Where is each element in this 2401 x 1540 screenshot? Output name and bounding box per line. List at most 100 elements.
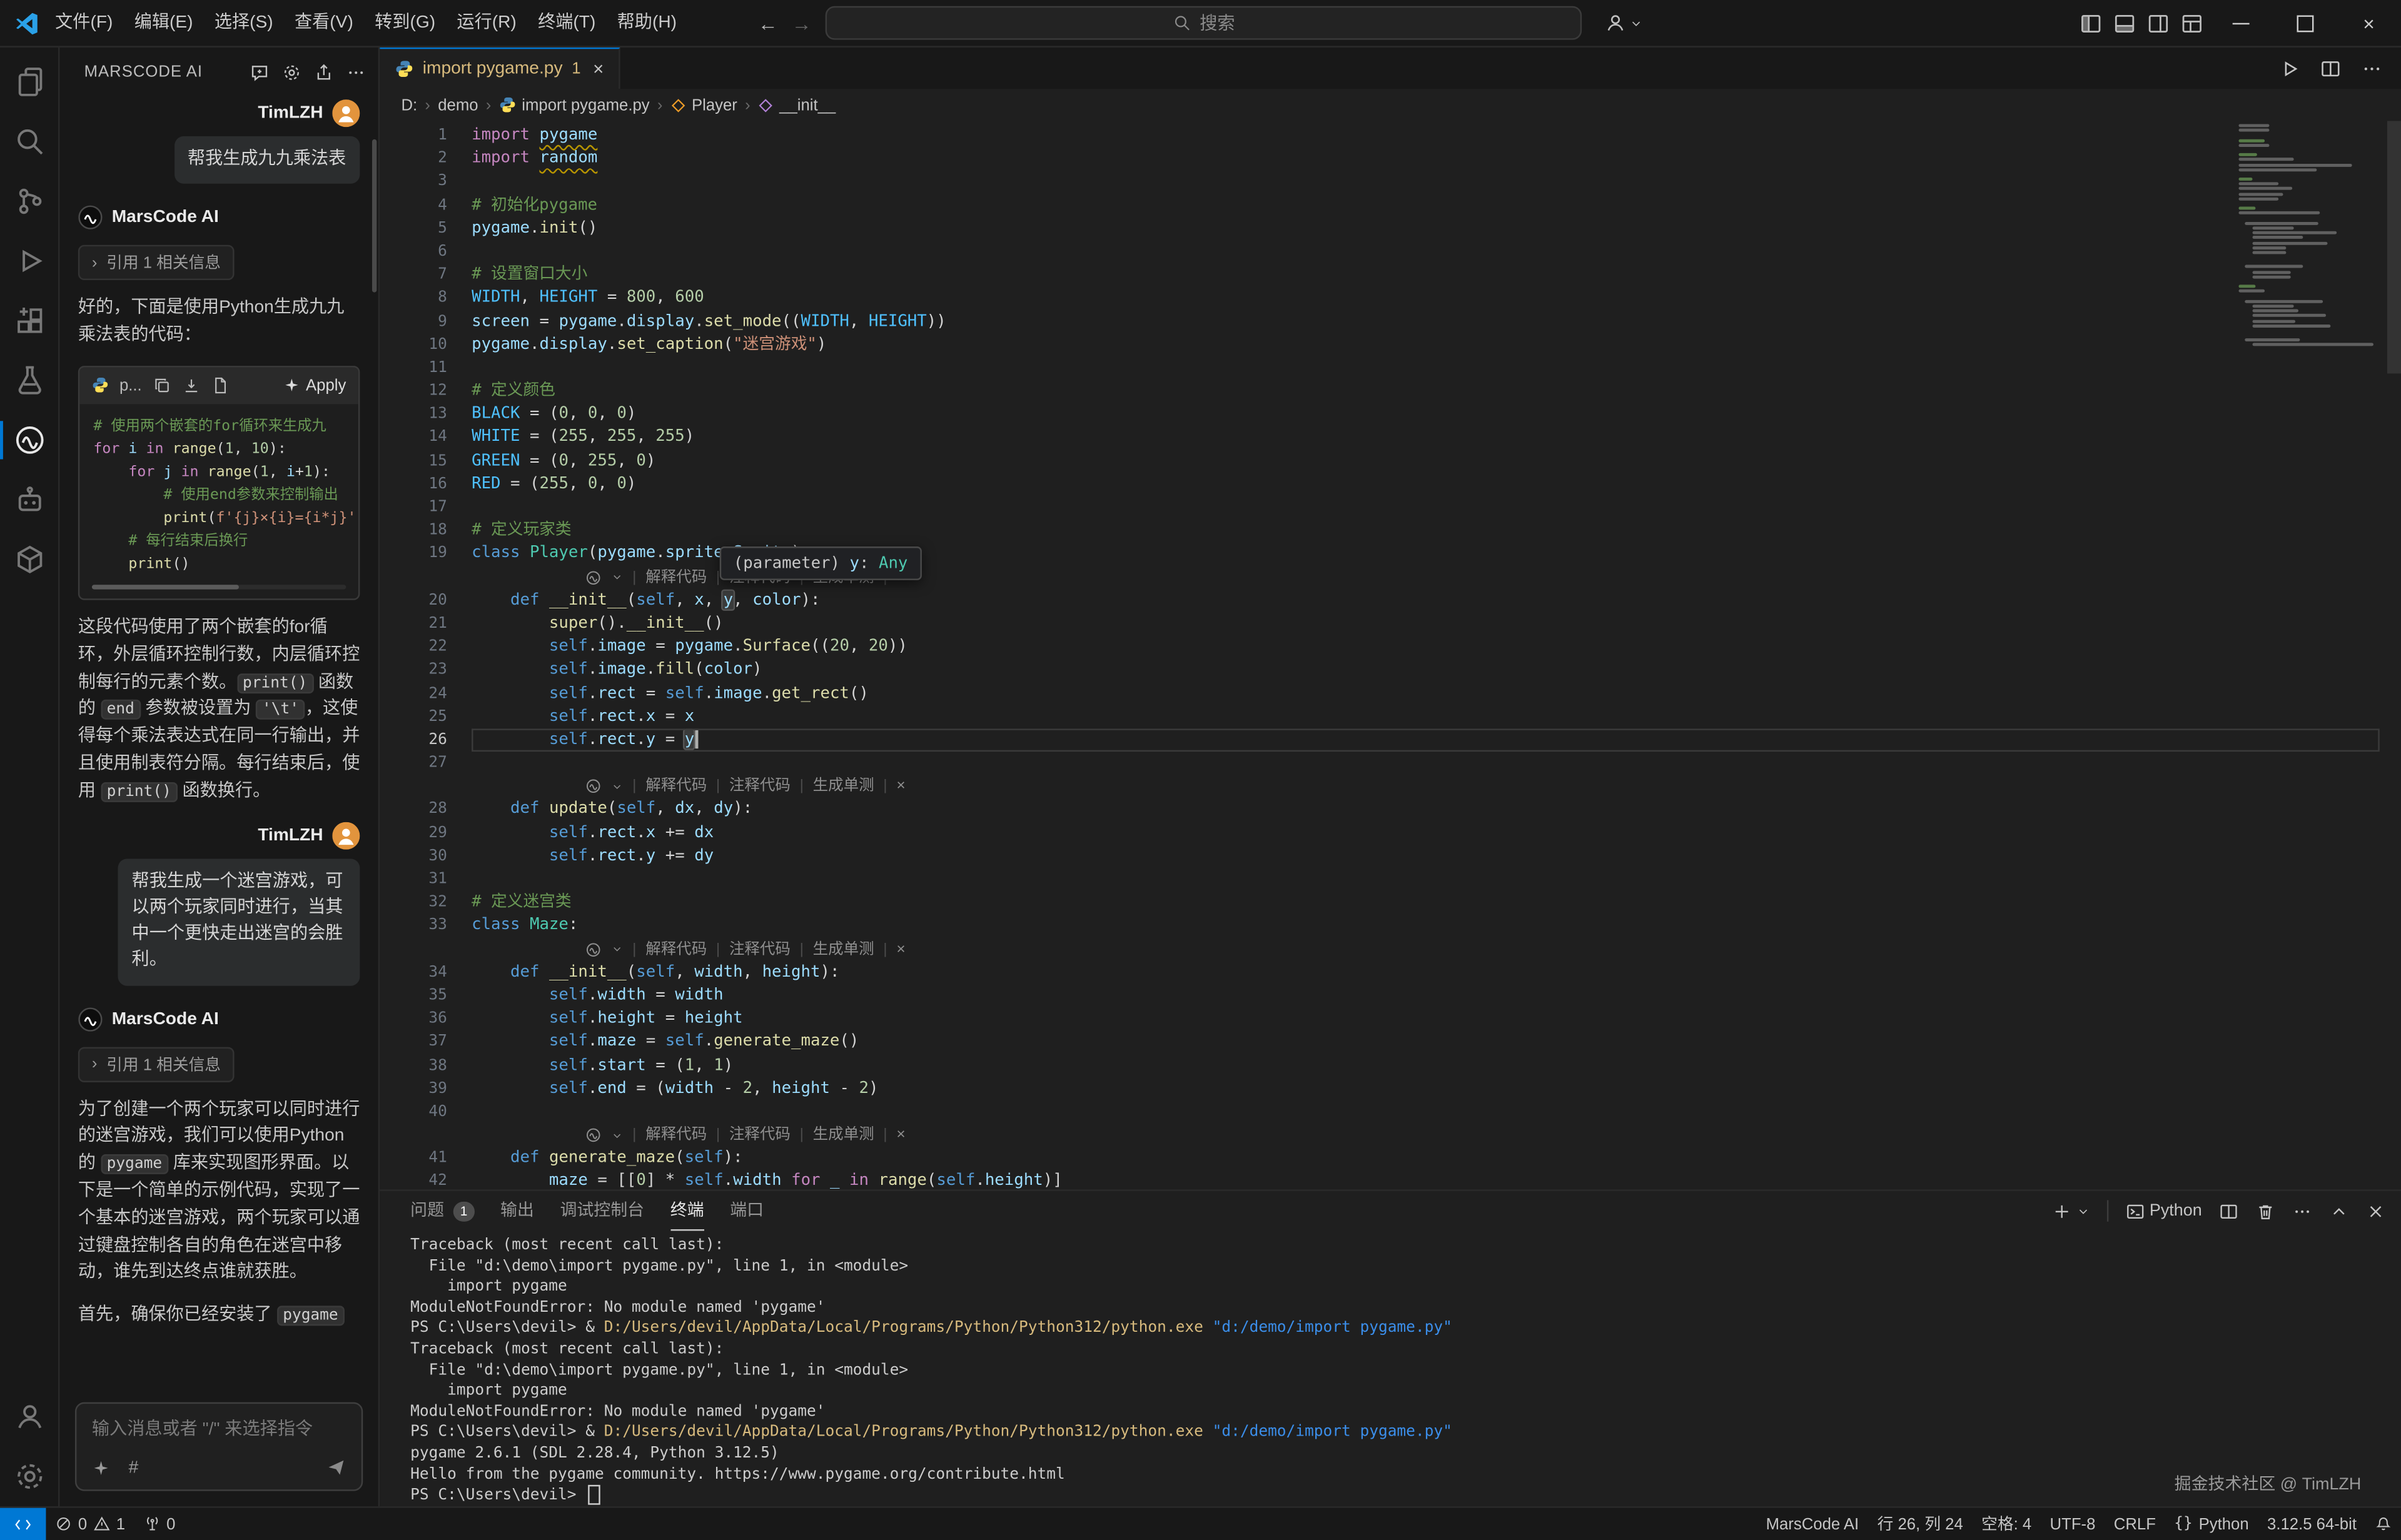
lens-action[interactable]: 生成单测 bbox=[813, 775, 874, 798]
search-input[interactable]: 搜索 bbox=[826, 6, 1582, 40]
send-icon[interactable] bbox=[326, 1457, 346, 1477]
code-line-6[interactable]: 6 bbox=[380, 240, 2401, 263]
code-line-18[interactable]: 18# 定义玩家类 bbox=[380, 519, 2401, 542]
back-icon[interactable]: ← bbox=[758, 11, 778, 34]
toggle-panel-icon[interactable] bbox=[2107, 0, 2141, 46]
code-line-31[interactable]: 31 bbox=[380, 868, 2401, 891]
code-line-35[interactable]: 35 self.width = width bbox=[380, 984, 2401, 1007]
code-line-2[interactable]: 2import random bbox=[380, 147, 2401, 170]
maximize-panel-icon[interactable] bbox=[2329, 1201, 2349, 1221]
panel-tab-0[interactable]: 问题1 bbox=[410, 1191, 474, 1231]
split-editor-icon[interactable] bbox=[2320, 58, 2341, 79]
sidebar-item-run-debug[interactable] bbox=[0, 231, 58, 291]
status-item-utf-8[interactable]: UTF-8 bbox=[2041, 1515, 2105, 1533]
sidebar-item-marscode-ai[interactable] bbox=[0, 410, 58, 470]
menu-item-1[interactable]: 编辑(E) bbox=[124, 0, 204, 46]
marscode-lens-icon[interactable] bbox=[585, 778, 602, 795]
sidebar-item-marscode-cloud[interactable] bbox=[0, 530, 58, 589]
code-line-33[interactable]: 33class Maze: bbox=[380, 915, 2401, 938]
sidebar-item-marscode-agent[interactable] bbox=[0, 470, 58, 530]
context-icon[interactable]: # bbox=[129, 1458, 139, 1476]
menu-item-5[interactable]: 运行(R) bbox=[446, 0, 527, 46]
new-chat-icon[interactable] bbox=[250, 62, 270, 82]
code-line-30[interactable]: 30 self.rect.y += dy bbox=[380, 845, 2401, 868]
breadcrumb-item-1[interactable]: demo bbox=[438, 96, 478, 114]
code-line-11[interactable]: 11 bbox=[380, 356, 2401, 380]
code-line-29[interactable]: 29 self.rect.x += dx bbox=[380, 822, 2401, 845]
close-button[interactable]: × bbox=[2337, 0, 2401, 46]
lens-action[interactable]: 注释代码 bbox=[729, 1124, 791, 1147]
code-line-23[interactable]: 23 self.image.fill(color) bbox=[380, 659, 2401, 682]
code-line-14[interactable]: 14WHITE = (255, 255, 255) bbox=[380, 426, 2401, 450]
panel-tab-2[interactable]: 调试控制台 bbox=[560, 1191, 644, 1231]
lens-action[interactable]: 解释代码 bbox=[645, 938, 707, 961]
sidebar-item-testing[interactable] bbox=[0, 351, 58, 410]
share-icon[interactable] bbox=[314, 62, 334, 82]
status-item-bell[interactable] bbox=[2366, 1516, 2401, 1532]
code-line-24[interactable]: 24 self.rect = self.image.get_rect() bbox=[380, 682, 2401, 705]
code-line-28[interactable]: 28 def update(self, dx, dy): bbox=[380, 798, 2401, 822]
code-line-3[interactable]: 3 bbox=[380, 171, 2401, 194]
sidebar-item-explorer[interactable] bbox=[0, 52, 58, 111]
status-item-python[interactable]: {}Python bbox=[2165, 1515, 2258, 1533]
lens-close-icon[interactable]: × bbox=[896, 938, 905, 961]
toggle-secondary-sidebar-icon[interactable] bbox=[2141, 0, 2175, 46]
breadcrumb-item-2[interactable]: import pygame.py bbox=[499, 96, 650, 114]
code-line-21[interactable]: 21 super().__init__() bbox=[380, 612, 2401, 635]
close-panel-icon[interactable] bbox=[2366, 1201, 2386, 1221]
menu-item-7[interactable]: 帮助(H) bbox=[607, 0, 688, 46]
lens-action[interactable]: 解释代码 bbox=[645, 566, 707, 589]
code-line-5[interactable]: 5pygame.init() bbox=[380, 217, 2401, 240]
account-menu[interactable] bbox=[1605, 13, 1643, 34]
chat-input[interactable]: 输入消息或者 "/" 来选择指令 bbox=[92, 1416, 346, 1441]
code-line-20[interactable]: 20 def __init__(self, x, y, color): bbox=[380, 589, 2401, 612]
status-item--26-24[interactable]: 行 26, 列 24 bbox=[1868, 1512, 1973, 1536]
menu-item-4[interactable]: 转到(G) bbox=[364, 0, 446, 46]
new-terminal-button[interactable] bbox=[2051, 1201, 2090, 1221]
menu-item-0[interactable]: 文件(F) bbox=[44, 0, 124, 46]
lens-close-icon[interactable]: × bbox=[896, 775, 905, 798]
marscode-lens-icon[interactable] bbox=[585, 569, 602, 586]
new-file-icon[interactable] bbox=[211, 376, 229, 395]
terminal-instance[interactable]: Python bbox=[2125, 1201, 2202, 1221]
code-line-7[interactable]: 7# 设置窗口大小 bbox=[380, 263, 2401, 286]
menu-item-6[interactable]: 终端(T) bbox=[527, 0, 607, 46]
editor-scrollbar[interactable] bbox=[2387, 121, 2401, 373]
code-line-41[interactable]: 41 def generate_maze(self): bbox=[380, 1147, 2401, 1170]
panel-more-icon[interactable] bbox=[2292, 1201, 2312, 1221]
panel-tab-1[interactable]: 输出 bbox=[500, 1191, 534, 1231]
code-line-12[interactable]: 12# 定义颜色 bbox=[380, 380, 2401, 403]
code-line-40[interactable]: 40 bbox=[380, 1100, 2401, 1124]
code-line-15[interactable]: 15GREEN = (0, 255, 0) bbox=[380, 450, 2401, 473]
maximize-button[interactable] bbox=[2272, 0, 2337, 46]
code-line-9[interactable]: 9screen = pygame.display.set_mode((WIDTH… bbox=[380, 310, 2401, 333]
tab-close-icon[interactable]: × bbox=[593, 58, 604, 79]
breadcrumb-item-4[interactable]: __init__ bbox=[758, 96, 836, 114]
lens-action[interactable]: 解释代码 bbox=[645, 1124, 707, 1147]
tab-import-pygame[interactable]: import pygame.py 1 × bbox=[380, 48, 620, 89]
code-line-17[interactable]: 17 bbox=[380, 496, 2401, 519]
skills-icon[interactable] bbox=[92, 1458, 110, 1476]
code-line-16[interactable]: 16RED = (255, 0, 0) bbox=[380, 473, 2401, 496]
code-line-38[interactable]: 38 self.start = (1, 1) bbox=[380, 1054, 2401, 1077]
forward-icon[interactable]: → bbox=[792, 11, 812, 34]
reference-toggle[interactable]: ›引用 1 相关信息 bbox=[78, 245, 235, 280]
apply-button[interactable]: Apply bbox=[283, 376, 346, 395]
ports-status[interactable]: 0 bbox=[134, 1515, 184, 1533]
code-line-39[interactable]: 39 self.end = (width - 2, height - 2) bbox=[380, 1077, 2401, 1100]
split-terminal-icon[interactable] bbox=[2219, 1201, 2239, 1221]
code-line-36[interactable]: 36 self.height = height bbox=[380, 1007, 2401, 1030]
sidebar-item-extensions[interactable] bbox=[0, 291, 58, 350]
status-item--4[interactable]: 空格: 4 bbox=[1972, 1512, 2040, 1536]
minimap[interactable] bbox=[2238, 124, 2385, 1189]
copy-icon[interactable] bbox=[153, 376, 171, 395]
code-line-10[interactable]: 10pygame.display.set_caption("迷宫游戏") bbox=[380, 333, 2401, 356]
lens-action[interactable]: 生成单测 bbox=[813, 938, 874, 961]
code-line-34[interactable]: 34 def __init__(self, width, height): bbox=[380, 961, 2401, 984]
lens-action[interactable]: 注释代码 bbox=[729, 938, 791, 961]
remote-indicator[interactable] bbox=[0, 1508, 46, 1540]
marscode-lens-icon[interactable] bbox=[585, 941, 602, 958]
editor[interactable]: 1import pygame2import random34# 初始化pygam… bbox=[380, 121, 2401, 1189]
more-actions-icon[interactable] bbox=[2361, 58, 2382, 79]
code-line-22[interactable]: 22 self.image = pygame.Surface((20, 20)) bbox=[380, 635, 2401, 658]
